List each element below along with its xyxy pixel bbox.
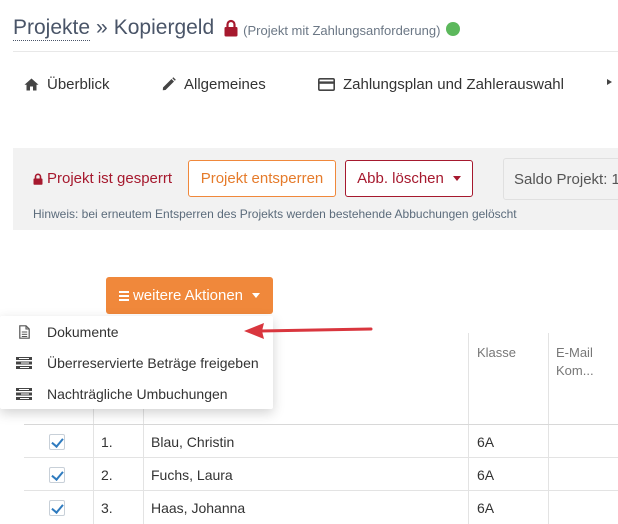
table-row: 3. Haas, Johanna 6A bbox=[0, 491, 618, 524]
caret-down-icon bbox=[452, 176, 461, 181]
tab-ueberblick[interactable]: Überblick bbox=[24, 68, 110, 100]
row-checkbox[interactable] bbox=[49, 500, 65, 516]
participant-name: Blau, Christin bbox=[151, 434, 235, 450]
tab-more-icon[interactable] bbox=[602, 68, 618, 100]
participant-class: 6A bbox=[477, 434, 495, 450]
pencil-icon bbox=[162, 77, 176, 91]
status-indicator bbox=[446, 22, 461, 36]
header-divider bbox=[13, 51, 618, 52]
column-header-email-line2: Kom... bbox=[556, 363, 594, 378]
delete-debits-label: Abb. löschen bbox=[357, 170, 444, 187]
menu-icon bbox=[118, 289, 129, 303]
lock-icon bbox=[33, 173, 43, 185]
lock-icon bbox=[224, 19, 238, 37]
list-icon bbox=[16, 356, 32, 369]
row-number: 2. bbox=[101, 467, 113, 483]
table-row: 2. Fuchs, Laura 6A bbox=[0, 458, 618, 491]
row-number: 3. bbox=[101, 500, 113, 516]
home-icon bbox=[24, 78, 39, 90]
project-balance-box: Saldo Projekt: 10 bbox=[503, 158, 618, 200]
menu-item-dokumente[interactable]: Dokumente bbox=[0, 316, 273, 347]
menu-item-label: Dokumente bbox=[47, 323, 119, 340]
column-header-email-line1: E-Mail bbox=[556, 345, 593, 360]
credit-card-icon bbox=[318, 77, 335, 91]
tab-zahlungsplan[interactable]: Zahlungsplan und Zahlerauswahl bbox=[318, 68, 564, 100]
participant-name: Haas, Johanna bbox=[151, 500, 246, 516]
breadcrumb-separator: » bbox=[96, 16, 108, 39]
tab-label: Zahlungsplan und Zahlerauswahl bbox=[343, 75, 564, 93]
table-row: 1. Blau, Christin 6A bbox=[0, 425, 618, 458]
project-balance-text: Saldo Projekt: 10 bbox=[514, 171, 618, 188]
participant-class: 6A bbox=[477, 467, 495, 483]
row-number: 1. bbox=[101, 434, 113, 450]
participant-name: Fuchs, Laura bbox=[151, 467, 233, 483]
menu-item-nachtraegliche-umbuchungen[interactable]: Nachträgliche Umbuchungen bbox=[0, 378, 273, 409]
page-title: Kopiergeld bbox=[113, 16, 215, 39]
unlock-hint: Hinweis: bei erneutem Entsperren des Pro… bbox=[33, 207, 517, 221]
more-actions-menu: Dokumente Überreservierte Beträge freige… bbox=[0, 316, 273, 409]
caret-down-icon bbox=[252, 293, 261, 298]
column-header-klasse[interactable]: Klasse bbox=[477, 345, 516, 360]
locked-status-text: Projekt ist gesperrt bbox=[47, 170, 173, 187]
tab-label: Allgemeines bbox=[184, 75, 266, 93]
annotation-arrow-icon bbox=[244, 323, 373, 339]
menu-item-label: Nachträgliche Umbuchungen bbox=[47, 385, 228, 402]
page-header: Projekte » Kopiergeld (Projekt mit Zahlu… bbox=[13, 12, 461, 44]
more-actions-button[interactable]: weitere Aktionen bbox=[106, 277, 273, 314]
document-icon bbox=[16, 324, 32, 339]
column-header-email[interactable]: E-Mail Kom... bbox=[556, 344, 594, 380]
menu-item-label: Überreservierte Beträge freigeben bbox=[47, 354, 259, 371]
tab-label: Überblick bbox=[47, 75, 110, 93]
participant-class: 6A bbox=[477, 500, 495, 516]
row-checkbox[interactable] bbox=[49, 467, 65, 483]
project-type-note: (Projekt mit Zahlungsanforderung) bbox=[243, 22, 441, 38]
delete-debits-button[interactable]: Abb. löschen bbox=[345, 160, 473, 197]
project-locked-panel: Projekt ist gesperrt Projekt entsperren … bbox=[13, 148, 618, 230]
unlock-project-button[interactable]: Projekt entsperren bbox=[188, 160, 336, 197]
more-actions-label: weitere Aktionen bbox=[132, 287, 244, 304]
locked-status: Projekt ist gesperrt bbox=[33, 170, 172, 187]
breadcrumb-link-projekte[interactable]: Projekte bbox=[13, 16, 91, 41]
list-icon bbox=[16, 387, 32, 400]
row-checkbox[interactable] bbox=[49, 434, 65, 450]
menu-item-ueberreservierte-betraege[interactable]: Überreservierte Beträge freigeben bbox=[0, 347, 273, 378]
tab-allgemeines[interactable]: Allgemeines bbox=[162, 68, 266, 100]
project-tabs: Überblick Allgemeines Zahlungsplan und Z… bbox=[0, 68, 618, 100]
